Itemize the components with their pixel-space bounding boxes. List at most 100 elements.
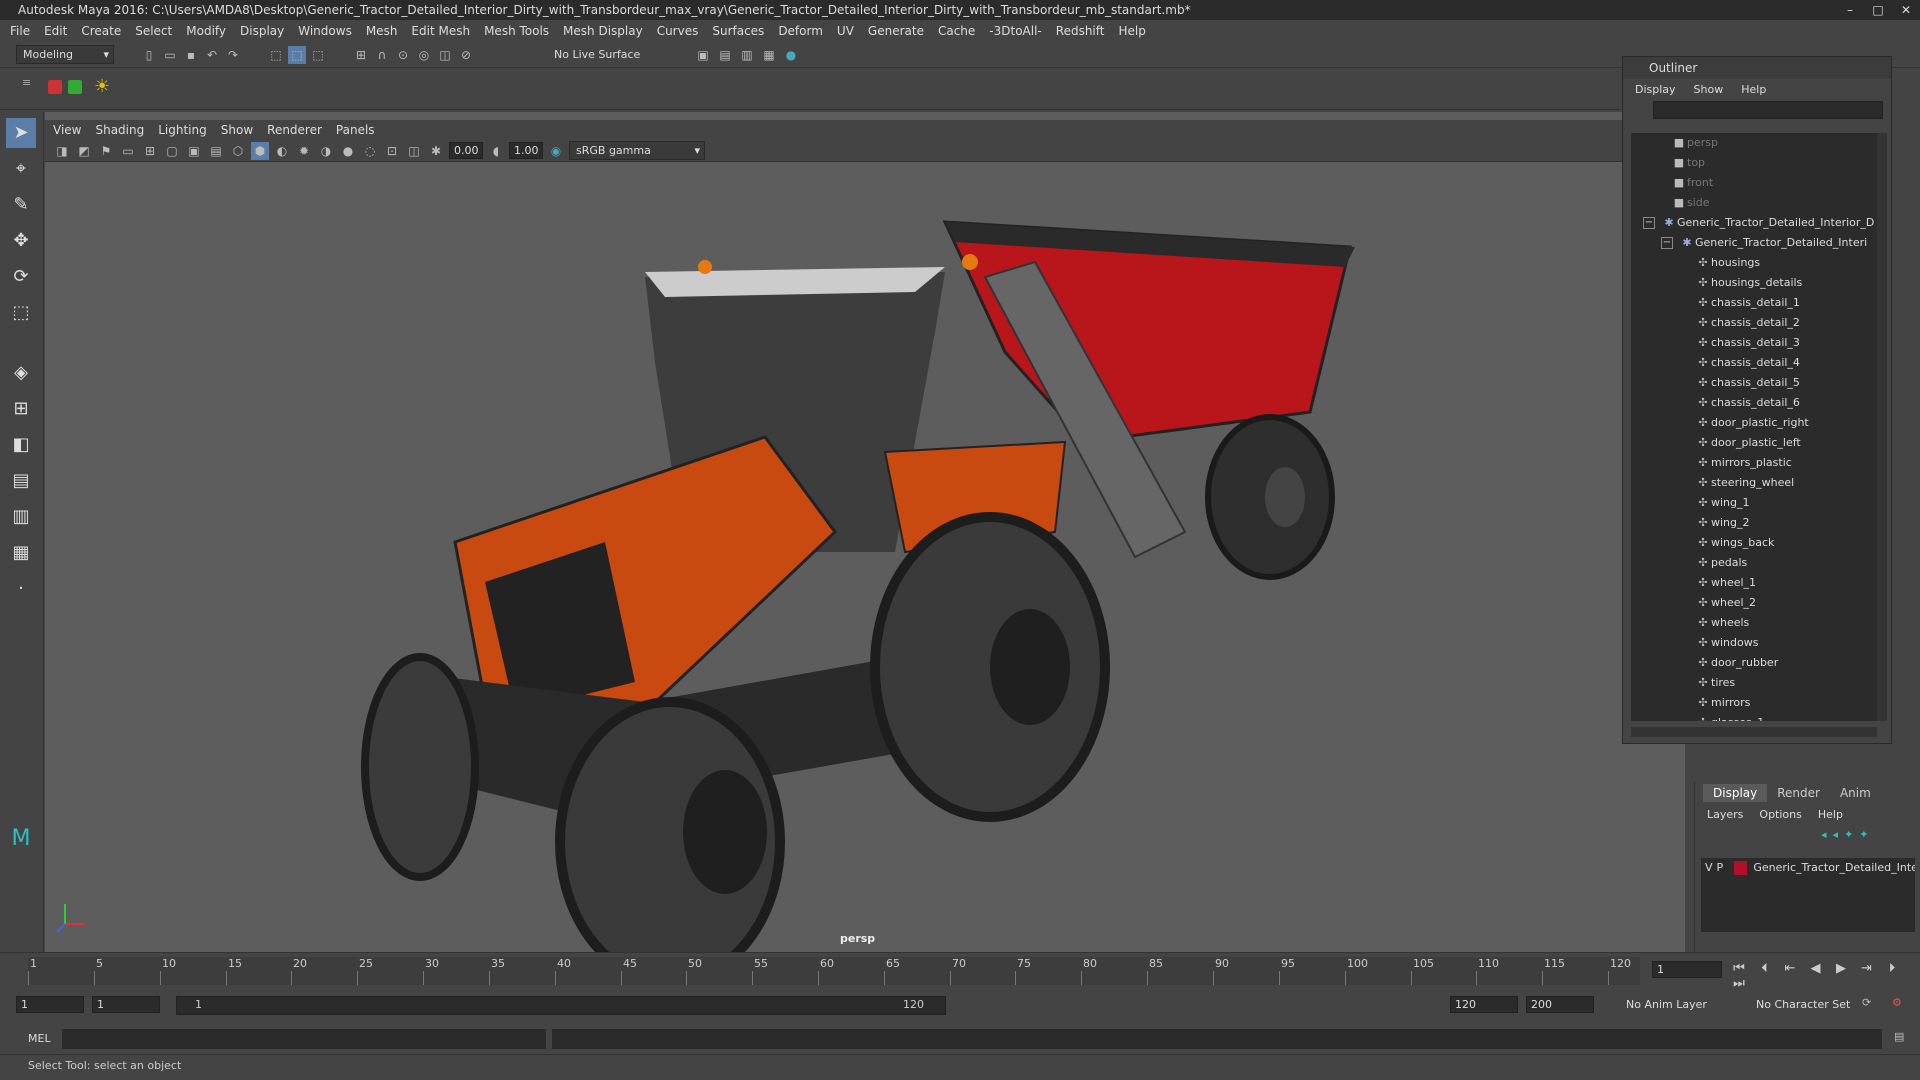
menu-help[interactable]: Help [1118,24,1145,38]
wireframe-icon[interactable]: ⬡ [229,142,247,160]
list-item[interactable]: ✣ wings_back [1631,533,1877,553]
move-layer-down-icon[interactable]: ◂ [1833,828,1839,841]
go-to-start-icon[interactable]: ⏮ [1728,961,1750,976]
list-item[interactable]: ✣ mirrors [1631,693,1877,713]
vp-menu-panels[interactable]: Panels [336,123,375,137]
select-camera-icon[interactable]: ◨ [53,142,71,160]
list-item[interactable]: ■ top [1631,153,1877,173]
list-item[interactable]: ✣ chassis_detail_4 [1631,353,1877,373]
playback-toggle[interactable]: P [1716,858,1727,878]
select-hierarchy-icon[interactable]: ⬚ [267,46,285,64]
playback-start-field[interactable]: 1 [92,996,160,1013]
vp-menu-show[interactable]: Show [221,123,253,137]
play-back-icon[interactable]: ◀ [1805,961,1827,976]
list-item[interactable]: ✣ chassis_detail_3 [1631,333,1877,353]
hypershade-persp-icon[interactable]: ▦ [6,538,36,568]
move-layer-up-icon[interactable]: ◂ [1821,828,1827,841]
four-view-icon[interactable]: ⊞ [6,394,36,424]
layer-row[interactable]: V P Generic_Tractor_Detailed_Inter [1701,858,1915,878]
tab-render[interactable]: Render [1767,784,1830,802]
isolate-select-icon[interactable]: ⊡ [383,142,401,160]
exposure-field[interactable]: 0.00 [449,142,483,159]
green-light-icon[interactable] [68,80,82,94]
new-scene-icon[interactable]: ▯ [140,46,158,64]
playback-end-field[interactable]: 120 [1450,996,1518,1013]
menu-cache[interactable]: Cache [938,24,975,38]
vp-menu-renderer[interactable]: Renderer [267,123,322,137]
new-layer-selected-icon[interactable]: ✦ [1859,828,1868,841]
script-editor-icon[interactable]: ▤ [1894,1030,1904,1043]
menu-mesh[interactable]: Mesh [366,24,398,38]
play-forward-icon[interactable]: ▶ [1830,961,1852,976]
color-management-icon[interactable]: ◉ [547,142,565,160]
list-item[interactable]: ✣ pedals [1631,553,1877,573]
side-by-side-icon[interactable]: ◧ [6,430,36,460]
start-time-field[interactable]: 1 [16,996,84,1013]
outliner-persp-icon[interactable]: ▤ [6,466,36,496]
range-bar[interactable]: 1 120 [176,996,946,1015]
ambient-occlusion-icon[interactable]: ● [339,142,357,160]
list-item[interactable]: ✣ chassis_detail_1 [1631,293,1877,313]
list-item[interactable]: ✣ steering_wheel [1631,473,1877,493]
outliner-horizontal-scrollbar[interactable] [1631,727,1877,737]
film-gate-icon[interactable]: ▢ [163,142,181,160]
list-item[interactable]: ✣ mirrors_plastic [1631,453,1877,473]
step-forward-icon[interactable]: ⏵ [1881,961,1903,976]
shelf-menu-icon[interactable]: ≡ [22,76,31,89]
select-object-icon[interactable]: ⬚ [288,46,306,64]
list-item[interactable]: ✣ tires [1631,673,1877,693]
visibility-toggle[interactable]: V [1705,858,1716,878]
color-space-dropdown[interactable]: sRGB gamma ▾ [569,141,705,160]
snap-curve-icon[interactable]: ∩ [373,46,391,64]
outliner-menu-help[interactable]: Help [1741,83,1766,96]
character-set-dropdown[interactable]: No Character Set [1756,998,1850,1011]
ipr-render-icon[interactable]: ▥ [738,46,756,64]
current-frame-field[interactable]: 1 [1652,961,1722,978]
hypershade-icon[interactable]: ● [782,46,800,64]
bookmark-icon[interactable]: ⚑ [97,142,115,160]
menu-redshift[interactable]: Redshift [1056,24,1105,38]
time-ruler[interactable]: 1 5 10 15 20 25 30 35 40 45 50 55 60 65 70 75 80 85 90 95 10… [28,957,1640,985]
move-tool-icon[interactable]: ✥ [6,226,36,256]
minimize-button[interactable]: – [1836,0,1864,20]
menu-mesh-tools[interactable]: Mesh Tools [484,24,549,38]
list-item[interactable]: ✣ door_plastic_right [1631,413,1877,433]
graph-persp-icon[interactable]: ▥ [6,502,36,532]
snap-surface-icon[interactable]: ◫ [436,46,454,64]
select-tool-icon[interactable]: ➤ [6,118,36,148]
outliner-search-input[interactable] [1653,101,1883,119]
menu-select[interactable]: Select [135,24,172,38]
menu-edit-mesh[interactable]: Edit Mesh [411,24,470,38]
xray-icon[interactable]: ◫ [405,142,423,160]
preferences-icon[interactable]: ⚙ [1892,996,1902,1009]
anti-aliasing-icon[interactable]: ◌ [361,142,379,160]
lasso-tool-icon[interactable]: ⌖ [6,154,36,184]
mel-label[interactable]: MEL [28,1032,51,1045]
list-item[interactable]: ✣ wing_2 [1631,513,1877,533]
list-item[interactable]: ✣ chassis_detail_5 [1631,373,1877,393]
open-scene-icon[interactable]: ▭ [161,46,179,64]
collapse-icon[interactable]: − [1661,237,1673,249]
render-current-icon[interactable]: ▤ [716,46,734,64]
maximize-button[interactable]: □ [1864,0,1892,20]
resolution-gate-icon[interactable]: ▣ [185,142,203,160]
paint-select-icon[interactable]: ✎ [6,190,36,220]
gamma-field[interactable]: 1.00 [509,142,543,159]
menu-windows[interactable]: Windows [298,24,352,38]
undo-icon[interactable]: ↶ [203,46,221,64]
layer-color-swatch[interactable] [1733,861,1748,875]
step-forward-key-icon[interactable]: ⇥ [1856,961,1878,976]
shadows-icon[interactable]: ◑ [317,142,335,160]
collapse-icon[interactable]: − [1643,217,1655,229]
menu-mesh-display[interactable]: Mesh Display [563,24,643,38]
red-light-icon[interactable] [48,80,62,94]
snap-point-icon[interactable]: ⊙ [394,46,412,64]
list-item[interactable]: ✣ housings [1631,253,1877,273]
close-button[interactable]: ✕ [1892,0,1920,20]
list-item[interactable]: ✣ wing_1 [1631,493,1877,513]
gamma-icon[interactable]: ◖ [487,142,505,160]
use-lights-icon[interactable]: ✹ [295,142,313,160]
exposure-icon[interactable]: ✱ [427,142,445,160]
step-back-icon[interactable]: ⏴ [1754,961,1776,976]
menu-file[interactable]: File [10,24,30,38]
